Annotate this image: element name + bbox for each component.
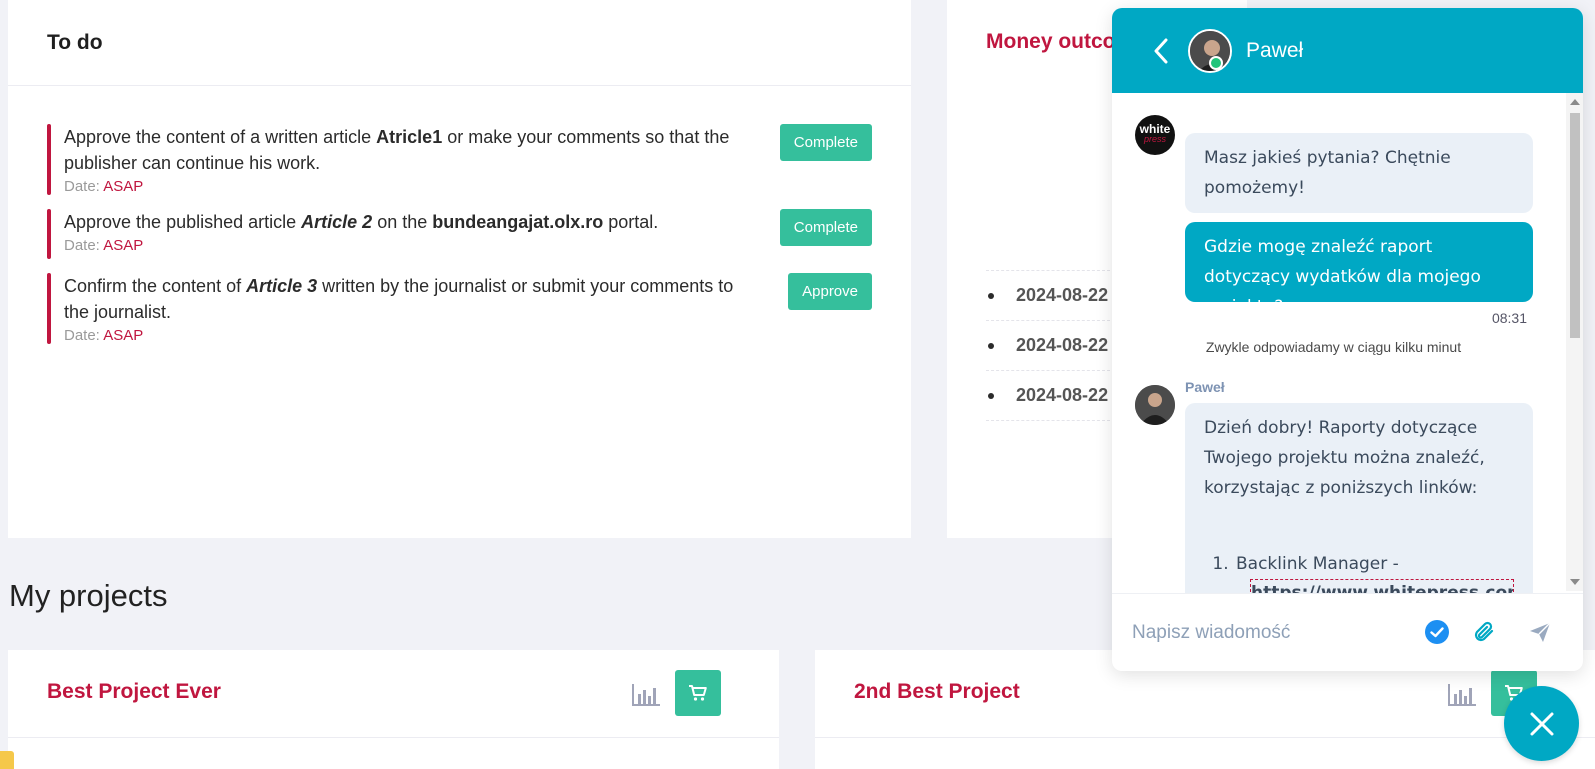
todo-item-text: Approve the published article Article 2 … bbox=[64, 209, 754, 235]
chat-scrollbar[interactable] bbox=[1566, 93, 1583, 591]
todo-date: Date: ASAP bbox=[64, 237, 872, 254]
scroll-up-icon[interactable] bbox=[1570, 99, 1580, 105]
todo-card: To do Approve the content of a written a… bbox=[8, 0, 911, 538]
todo-article-name: Article 3 bbox=[246, 276, 318, 296]
chat-widget: Paweł white press Masz jakieś pytania? C… bbox=[1112, 8, 1583, 671]
online-status-icon bbox=[1209, 56, 1223, 70]
back-button[interactable] bbox=[1148, 38, 1174, 64]
cart-icon bbox=[689, 685, 707, 701]
todo-item-text: Approve the content of a written article… bbox=[64, 124, 754, 176]
todo-text-part: Confirm the content of bbox=[64, 276, 247, 296]
chat-input-bar bbox=[1112, 593, 1583, 671]
bullet-icon bbox=[988, 342, 994, 349]
close-chat-button[interactable] bbox=[1504, 686, 1579, 761]
scroll-thumb[interactable] bbox=[1570, 113, 1580, 338]
logo-text: press bbox=[1143, 134, 1166, 144]
todo-item: Approve the content of a written article… bbox=[47, 124, 872, 195]
approve-button[interactable]: Approve bbox=[788, 273, 872, 310]
logo-text: white bbox=[1139, 122, 1171, 136]
chevron-left-icon bbox=[1154, 38, 1168, 63]
todo-text-part: on the bbox=[372, 212, 433, 232]
todo-text-part: portal. bbox=[603, 212, 659, 232]
todo-item: Approve the published article Article 2 … bbox=[47, 209, 872, 259]
todo-date: Date: ASAP bbox=[64, 178, 872, 195]
todo-date-label: Date: bbox=[64, 178, 104, 195]
bullet-icon bbox=[988, 392, 994, 399]
send-icon[interactable] bbox=[1528, 620, 1552, 649]
chat-header: Paweł bbox=[1112, 8, 1583, 93]
incoming-message: Dzień dobry! Raporty dotyczące Twojego p… bbox=[1185, 403, 1533, 593]
stats-icon[interactable] bbox=[632, 684, 660, 706]
project-header: Best Project Ever bbox=[8, 650, 779, 738]
chat-agent-name: Paweł bbox=[1246, 38, 1304, 62]
todo-date-label: Date: bbox=[64, 327, 104, 344]
message-link-list: Backlink Manager - bbox=[1234, 549, 1514, 579]
scroll-down-icon[interactable] bbox=[1570, 579, 1580, 585]
feedback-tab[interactable] bbox=[0, 751, 14, 769]
complete-button[interactable]: Complete bbox=[779, 209, 872, 246]
todo-date: Date: ASAP bbox=[64, 327, 872, 344]
bullet-icon bbox=[988, 292, 994, 299]
todo-header: To do bbox=[8, 0, 911, 86]
todo-item-text: Confirm the content of Article 3 written… bbox=[64, 273, 754, 325]
report-link[interactable]: https://www.whitepress.com/pa bbox=[1250, 579, 1514, 593]
my-projects-heading: My projects bbox=[9, 578, 168, 613]
project-card: Best Project Ever bbox=[8, 650, 779, 769]
cart-button[interactable] bbox=[675, 670, 721, 716]
reply-time-note: Zwykle odpowiadamy w ciągu kilku minut bbox=[1205, 339, 1462, 355]
check-icon[interactable] bbox=[1425, 620, 1449, 649]
agent-avatar bbox=[1135, 385, 1175, 425]
project-title[interactable]: Best Project Ever bbox=[47, 680, 221, 704]
incoming-message: Masz jakieś pytania? Chętnie pomożemy! bbox=[1185, 133, 1533, 213]
money-date: 2024-08-22 bbox=[1016, 285, 1109, 305]
list-item: Backlink Manager - bbox=[1234, 549, 1514, 579]
whitepress-logo: white press bbox=[1135, 115, 1175, 155]
todo-article-name: Article 2 bbox=[301, 212, 373, 232]
todo-portal-name: bundeangajat.olx.ro bbox=[432, 212, 604, 232]
todo-list: Approve the content of a written article… bbox=[8, 86, 911, 344]
todo-article-name: Atricle1 bbox=[376, 127, 443, 147]
project-title[interactable]: 2nd Best Project bbox=[854, 680, 1020, 704]
attachment-icon[interactable] bbox=[1472, 620, 1496, 649]
todo-text-part: Approve the content of a written article bbox=[64, 127, 377, 147]
complete-button[interactable]: Complete bbox=[779, 124, 872, 161]
message-sender-name: Paweł bbox=[1185, 379, 1225, 395]
todo-date-label: Date: bbox=[64, 237, 104, 254]
message-input[interactable] bbox=[1132, 621, 1412, 644]
todo-date-value: ASAP bbox=[103, 178, 144, 195]
outgoing-message: Gdzie mogę znaleźć raport dotyczący wyda… bbox=[1185, 222, 1533, 317]
todo-text-part: Approve the published article bbox=[64, 212, 302, 232]
money-date: 2024-08-22 bbox=[1016, 335, 1109, 355]
stats-icon[interactable] bbox=[1448, 684, 1476, 706]
money-outcome-title: Money outco bbox=[986, 30, 1116, 53]
money-date: 2024-08-22 bbox=[1016, 385, 1109, 405]
todo-date-value: ASAP bbox=[103, 327, 144, 344]
message-time: 08:31 bbox=[1491, 310, 1527, 326]
chat-messages[interactable]: white press Masz jakieś pytania? Chętnie… bbox=[1112, 93, 1583, 593]
close-icon bbox=[1530, 712, 1553, 735]
message-text: Dzień dobry! Raporty dotyczące Twojego p… bbox=[1204, 418, 1485, 498]
todo-item: Confirm the content of Article 3 written… bbox=[47, 273, 872, 344]
todo-date-value: ASAP bbox=[103, 237, 144, 254]
todo-title: To do bbox=[47, 30, 103, 54]
